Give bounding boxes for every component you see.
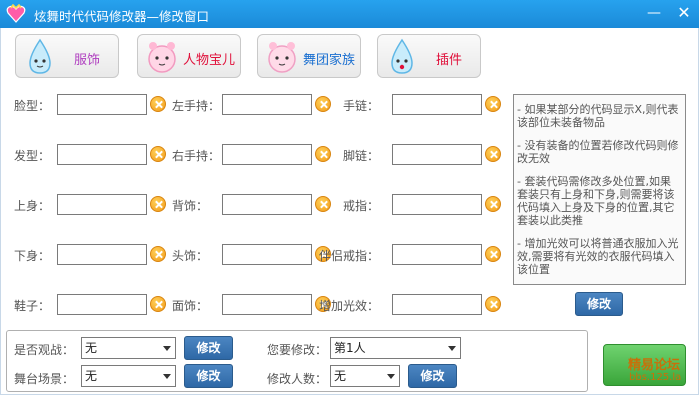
count-label: 修改人数：	[267, 372, 328, 386]
chevron-down-icon	[163, 346, 171, 351]
clear-light-effect-icon[interactable]	[485, 296, 501, 312]
head-accessory-label: 头饰：	[172, 249, 209, 263]
clear-left-hand-icon[interactable]	[315, 96, 331, 112]
back-accessory-input[interactable]	[222, 194, 312, 215]
spectate-label: 是否观战：	[14, 343, 75, 357]
clear-face-icon[interactable]	[150, 96, 166, 112]
anklet-input[interactable]	[392, 144, 482, 165]
face-label: 脸型：	[14, 99, 51, 113]
minimize-button[interactable]: —	[641, 0, 667, 28]
hair-input[interactable]	[57, 144, 147, 165]
note-item: - 如果某部分的代码显示X,则代表该部位未装备物品	[517, 103, 679, 129]
count-select[interactable]: 无	[330, 365, 400, 387]
window-title: 炫舞时代代码修改器—修改窗口	[34, 9, 210, 24]
tab-dance-group-label: 舞团家族	[302, 53, 355, 68]
tab-dance-group[interactable]: 舞团家族	[257, 34, 361, 78]
clear-lower-body-icon[interactable]	[150, 246, 166, 262]
tab-clothing-label: 服饰	[73, 53, 100, 68]
hair-label: 发型：	[14, 149, 51, 163]
target-value: 第1人	[334, 341, 366, 355]
ring-input[interactable]	[392, 194, 482, 215]
count-value: 无	[334, 369, 347, 383]
modify-button-main[interactable]: 修改	[575, 292, 623, 316]
clear-ring-icon[interactable]	[485, 196, 501, 212]
upper-body-input[interactable]	[57, 194, 147, 215]
tab-plugins[interactable]: 插件	[377, 34, 481, 78]
left-hand-input[interactable]	[222, 94, 312, 115]
clear-back-accessory-icon[interactable]	[315, 196, 331, 212]
face-accessory-label: 面饰：	[172, 299, 209, 313]
target-label: 您要修改：	[267, 343, 328, 357]
spectate-value: 无	[85, 341, 98, 355]
pink-mascot-icon	[148, 42, 176, 73]
tab-character-label: 人物宝儿	[182, 53, 235, 68]
shoes-label: 鞋子：	[14, 299, 51, 313]
clear-upper-body-icon[interactable]	[150, 196, 166, 212]
chevron-down-icon	[387, 374, 395, 379]
right-hand-label: 右手持：	[172, 149, 221, 163]
clear-right-hand-icon[interactable]	[315, 146, 331, 162]
anklet-label: 脚链：	[343, 149, 380, 163]
clear-hair-icon[interactable]	[150, 146, 166, 162]
forum-badge[interactable]: 精易论坛 bbs.125.la	[603, 344, 686, 386]
stage-value: 无	[85, 369, 98, 383]
light-effect-input[interactable]	[392, 294, 482, 315]
clear-partner-ring-icon[interactable]	[485, 246, 501, 262]
right-hand-input[interactable]	[222, 144, 312, 165]
note-item: - 套装代码需修改多处位置,如果套装只有上身和下身,则需要将该代码填入上身及下身…	[517, 175, 675, 227]
partner-ring-label: 伴侣戒指：	[319, 249, 380, 263]
notes-panel[interactable]: - 如果某部分的代码显示X,则代表该部位未装备物品 - 没有装备的位置若修改代码…	[513, 94, 686, 285]
ring-label: 戒指：	[343, 199, 380, 213]
clear-shoes-icon[interactable]	[150, 296, 166, 312]
stage-select[interactable]: 无	[81, 365, 176, 387]
pink-mascot-icon	[268, 42, 296, 73]
lower-body-input[interactable]	[57, 244, 147, 265]
upper-body-label: 上身：	[14, 199, 51, 213]
spectate-select[interactable]: 无	[81, 337, 176, 359]
tab-clothing[interactable]: 服饰	[15, 34, 119, 78]
modify-stage-button[interactable]: 修改	[184, 364, 233, 388]
lower-body-label: 下身：	[14, 249, 51, 263]
title-bar: 炫舞时代代码修改器—修改窗口 — ✕	[0, 0, 699, 28]
note-item: - 增加光效可以将普通衣服加入光效,需要将有光效的衣服代码填入该位置	[517, 237, 679, 276]
close-button[interactable]: ✕	[671, 0, 697, 28]
back-accessory-label: 背饰：	[172, 199, 209, 213]
forum-url: bbs.125.la	[629, 372, 682, 383]
water-drop-icon	[391, 38, 413, 74]
chevron-down-icon	[448, 346, 456, 351]
tab-plugins-label: 插件	[435, 53, 462, 68]
clear-anklet-icon[interactable]	[485, 146, 501, 162]
face-accessory-input[interactable]	[222, 294, 312, 315]
forum-name: 精易论坛	[628, 358, 681, 373]
chevron-down-icon	[163, 374, 171, 379]
target-select[interactable]: 第1人	[330, 337, 461, 359]
bracelet-label: 手链：	[343, 99, 380, 113]
water-drop-icon	[29, 38, 51, 74]
face-input[interactable]	[57, 94, 147, 115]
partner-ring-input[interactable]	[392, 244, 482, 265]
bracelet-input[interactable]	[392, 94, 482, 115]
app-logo-icon	[6, 4, 26, 23]
note-item: - 没有装备的位置若修改代码则修改无效	[517, 139, 679, 165]
modify-count-button[interactable]: 修改	[408, 364, 457, 388]
shoes-input[interactable]	[57, 294, 147, 315]
tab-character[interactable]: 人物宝儿	[137, 34, 241, 78]
left-hand-label: 左手持：	[172, 99, 221, 113]
light-effect-label: 增加光效：	[319, 299, 380, 313]
stage-label: 舞台场景：	[14, 372, 75, 386]
modify-spectate-button[interactable]: 修改	[184, 336, 233, 360]
clear-bracelet-icon[interactable]	[485, 96, 501, 112]
head-accessory-input[interactable]	[222, 244, 312, 265]
